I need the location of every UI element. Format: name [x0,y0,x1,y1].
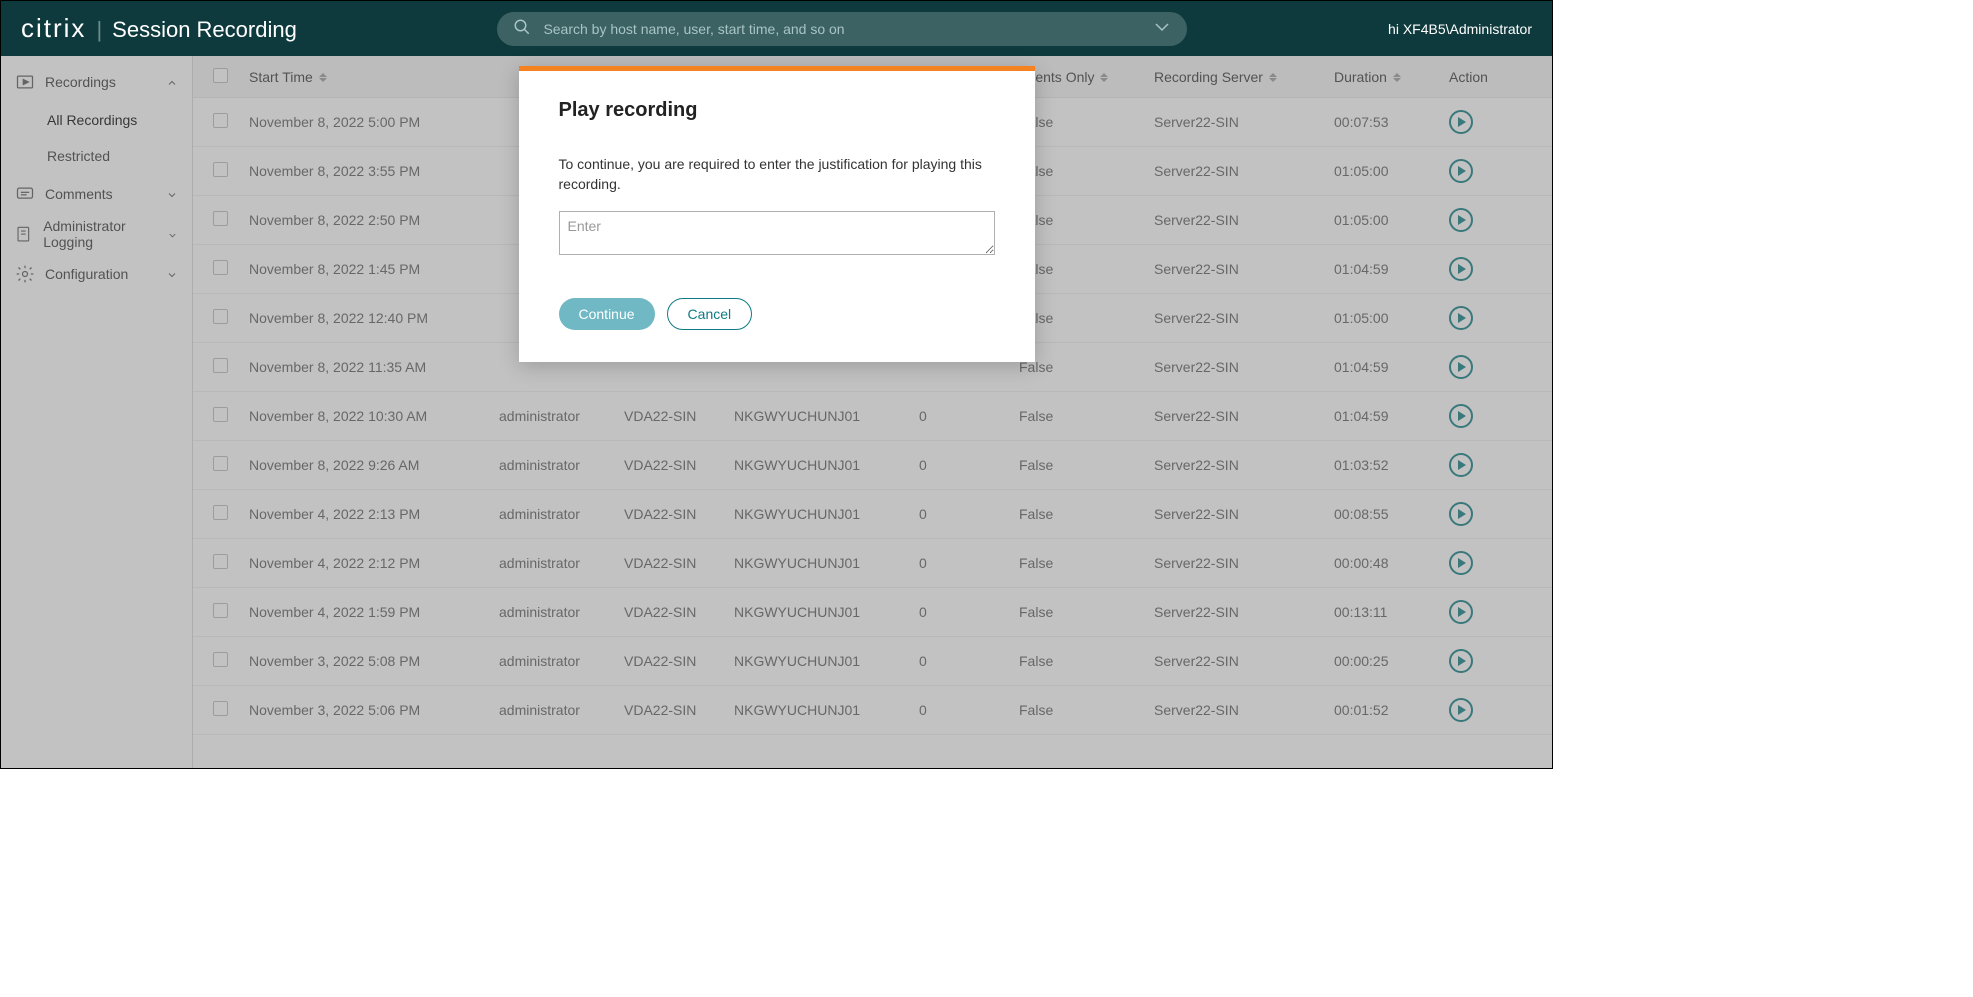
dialog-message: To continue, you are required to enter t… [559,154,995,195]
play-recording-dialog: Play recording To continue, you are requ… [519,66,1035,362]
user-greeting[interactable]: hi XF4B5\Administrator [1388,21,1532,37]
search-input[interactable] [543,21,1153,37]
brand-citrix: citrix [21,13,86,44]
brand-product: Session Recording [112,17,297,43]
continue-button[interactable]: Continue [559,298,655,330]
brand-separator: | [96,17,102,43]
search-bar[interactable] [497,12,1187,46]
justification-input[interactable] [559,211,995,255]
cancel-button[interactable]: Cancel [667,298,753,330]
dialog-title: Play recording [559,99,995,122]
brand: citrix | Session Recording [21,13,297,44]
top-bar: citrix | Session Recording hi XF4B5\Admi… [1,1,1552,56]
search-icon [513,18,531,39]
chevron-down-icon[interactable] [1153,18,1171,39]
